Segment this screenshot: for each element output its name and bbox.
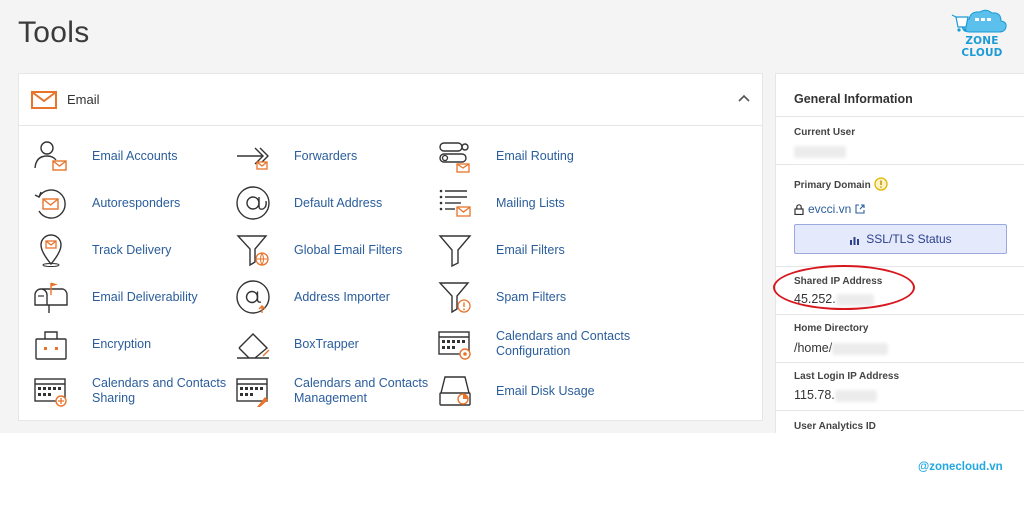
mailbox-icon <box>34 282 68 313</box>
primary-domain-value: evcci.vn <box>808 202 852 216</box>
tool-boxtrapper[interactable]: BoxTrapper <box>235 324 434 364</box>
tool-label: Default Address <box>294 195 383 210</box>
tool-label: BoxTrapper <box>294 336 359 351</box>
calendar-share-icon <box>34 378 67 407</box>
tool-email-filters[interactable]: Email Filters <box>437 230 636 270</box>
autoresponder-icon <box>34 189 66 219</box>
boxtrapper-icon <box>237 333 270 359</box>
lock-box-icon <box>35 331 67 360</box>
home-directory-text: /home/ <box>794 341 833 355</box>
tool-label: Forwarders <box>294 148 358 163</box>
page-title: Tools <box>18 16 90 49</box>
tool-track-delivery[interactable]: Track Delivery <box>33 230 232 270</box>
calendar-config-icon <box>438 331 471 360</box>
tool-email-deliverability[interactable]: Email Deliverability <box>33 277 232 317</box>
tool-label: Email Accounts <box>92 148 178 163</box>
forward-arrow-icon <box>237 147 269 170</box>
tool-label: Mailing Lists <box>496 195 565 210</box>
last-login-ip-value: 115.78. <box>794 388 877 402</box>
tool-default-address[interactable]: Default Address <box>235 183 434 223</box>
last-login-ip-text: 115.78. <box>794 388 835 402</box>
primary-domain-link[interactable]: evcci.vn <box>794 202 865 216</box>
email-panel-header[interactable]: Email <box>19 74 762 126</box>
general-information-title: General Information <box>794 92 913 106</box>
at-sign-icon <box>236 186 270 220</box>
lock-icon <box>794 203 804 215</box>
tool-label: Autoresponders <box>92 195 181 210</box>
tool-global-email-filters[interactable]: Global Email Filters <box>235 230 434 270</box>
bar-chart-icon <box>850 236 860 245</box>
current-user-label: Current User <box>794 127 856 138</box>
warning-icon[interactable] <box>874 177 888 191</box>
envelope-icon <box>31 91 57 109</box>
ssl-tls-status-label: SSL/TLS Status <box>866 232 952 246</box>
map-pin-icon <box>40 234 62 267</box>
tool-label: Address Importer <box>294 289 390 304</box>
tool-calendars-contacts-management[interactable]: Calendars and Contacts Management <box>235 371 434 411</box>
cloud-logo-icon <box>951 9 1007 33</box>
home-directory-label: Home Directory <box>794 323 869 334</box>
tool-email-accounts[interactable]: Email Accounts <box>33 136 232 176</box>
logo-text: ZONE CLOUD <box>961 35 1003 59</box>
user-mail-icon <box>34 141 67 171</box>
tool-label: Email Disk Usage <box>496 383 595 398</box>
tool-spam-filters[interactable]: Spam Filters <box>437 277 636 317</box>
at-import-icon <box>236 280 270 314</box>
home-directory-value: /home/ <box>794 341 889 355</box>
zonecloud-logo: ZONE CLOUD <box>944 6 1020 59</box>
tool-label: Email Deliverability <box>92 289 198 304</box>
tool-address-importer[interactable]: Address Importer <box>235 277 434 317</box>
tool-encryption[interactable]: Encryption <box>33 324 232 364</box>
tool-mailing-lists[interactable]: Mailing Lists <box>437 183 636 223</box>
calendar-manage-icon <box>236 378 268 407</box>
routing-icon <box>439 142 470 173</box>
tool-label: Track Delivery <box>92 242 172 257</box>
email-panel-title: Email <box>67 92 100 107</box>
home-directory-row: Home Directory /home/ <box>776 314 1024 362</box>
tool-email-routing[interactable]: Email Routing <box>437 136 636 176</box>
primary-domain-row: Primary Domain evcci.vn SSL/TLS Status <box>776 164 1024 266</box>
filter-icon <box>438 235 472 268</box>
chevron-up-icon[interactable] <box>735 90 753 108</box>
ssl-tls-status-button[interactable]: SSL/TLS Status <box>794 224 1007 254</box>
app-canvas: Tools ZONE CLOUD Email Email Accounts Fo… <box>0 0 1024 433</box>
tool-label: Calendars and Contacts Sharing <box>92 376 227 405</box>
last-login-ip-row: Last Login IP Address 115.78. <box>776 362 1024 410</box>
highlight-ellipse <box>773 265 915 310</box>
tool-label: Email Routing <box>496 148 574 163</box>
tool-forwarders[interactable]: Forwarders <box>235 136 434 176</box>
tool-autoresponders[interactable]: Autoresponders <box>33 183 232 223</box>
last-login-ip-label: Last Login IP Address <box>794 371 900 382</box>
tool-label: Email Filters <box>496 242 565 257</box>
watermark-text: @zonecloud.vn <box>918 461 1003 473</box>
general-information-panel: General Information Current User Primary… <box>775 73 1024 433</box>
current-user-value <box>794 144 846 158</box>
tool-calendars-contacts-sharing[interactable]: Calendars and Contacts Sharing <box>33 371 232 411</box>
user-analytics-label: User Analytics ID <box>794 421 876 432</box>
tool-label: Encryption <box>92 336 152 351</box>
spam-filter-icon <box>438 282 471 314</box>
tool-email-disk-usage[interactable]: Email Disk Usage <box>437 371 636 411</box>
list-mail-icon <box>439 189 471 217</box>
disk-usage-icon <box>439 376 471 406</box>
tool-label: Global Email Filters <box>294 242 403 257</box>
primary-domain-label: Primary Domain <box>794 180 871 191</box>
email-tools-panel: Email Email Accounts Forwarders Email Ro… <box>18 73 763 421</box>
global-filter-icon <box>236 235 269 267</box>
tool-label: Calendars and Contacts Management <box>294 376 429 405</box>
external-link-icon <box>855 204 865 214</box>
tool-label: Spam Filters <box>496 289 567 304</box>
tool-calendars-contacts-configuration[interactable]: Calendars and Contacts Configuration <box>437 324 636 364</box>
user-analytics-row: User Analytics ID <box>776 410 1024 433</box>
tool-label: Calendars and Contacts Configuration <box>496 329 631 358</box>
current-user-row: Current User <box>776 116 1024 164</box>
